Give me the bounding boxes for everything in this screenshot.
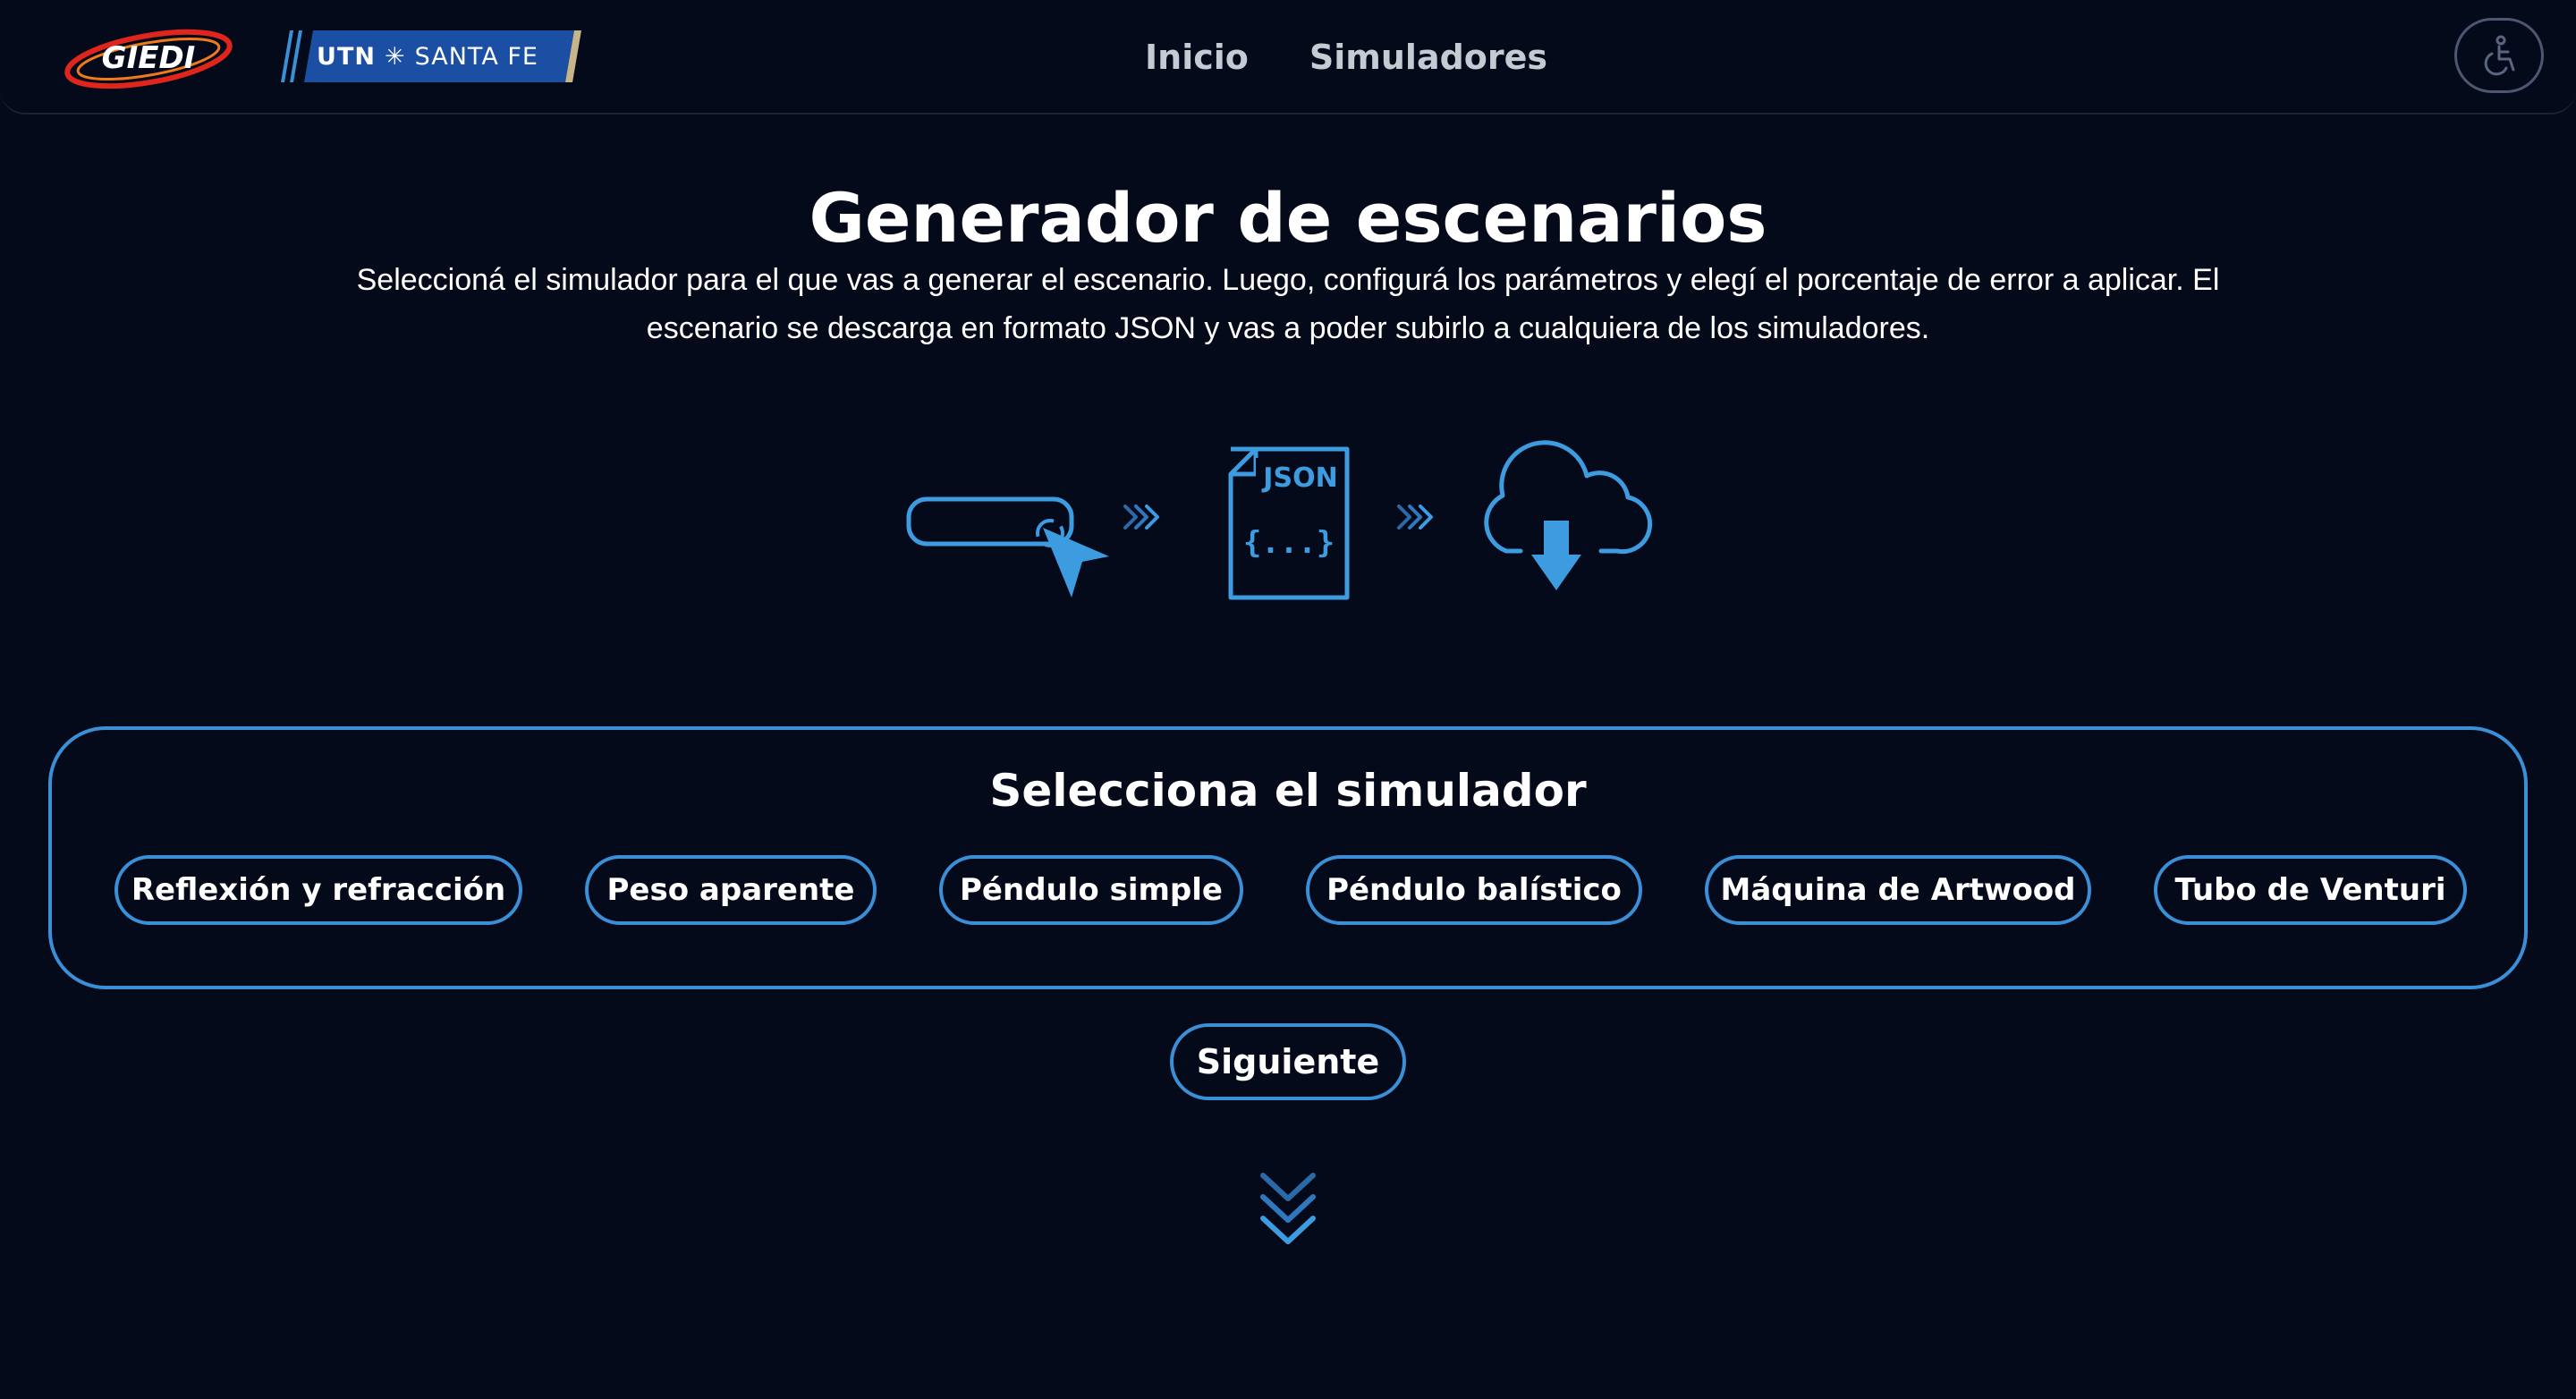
utn-logo-text: UTN ✳ SANTA FE (274, 30, 581, 82)
triple-chevron-right-icon (1397, 504, 1433, 530)
process-illustration: JSON {...} (906, 440, 1653, 600)
page-description: Seleccioná el simulador para el que vas … (268, 256, 2308, 352)
simulator-selector-panel: Selecciona el simulador Reflexión y refr… (48, 726, 2528, 989)
selector-title: Selecciona el simulador (989, 765, 1587, 817)
main-nav: Inicio Simuladores (1145, 30, 1547, 84)
giedi-logo-text: GIEDI (102, 40, 196, 76)
page-description-line-1: Seleccioná el simulador para el que vas … (356, 263, 2220, 297)
sim-option-pendulo-balistico[interactable]: Péndulo balístico (1306, 855, 1642, 925)
accessibility-button[interactable] (2454, 18, 2544, 93)
cloud-download-icon (1484, 440, 1653, 590)
utn-place: SANTA FE (414, 42, 538, 71)
sim-option-reflexion-refraccion[interactable]: Reflexión y refracción (114, 855, 522, 925)
page-title: Generador de escenarios (809, 178, 1767, 258)
sim-option-tubo-venturi[interactable]: Tubo de Venturi (2154, 855, 2467, 925)
utn-name: UTN (317, 42, 376, 71)
sim-option-maquina-artwood[interactable]: Máquina de Artwood (1705, 855, 2091, 925)
json-body: {...} (1243, 525, 1335, 561)
page: GIEDI UTN ✳ SANTA FE Inicio Simuladores (0, 0, 2576, 1399)
page-description-line-2: escenario se descarga en formato JSON y … (646, 311, 1930, 345)
json-label: JSON (1261, 462, 1337, 494)
navbar: GIEDI UTN ✳ SANTA FE Inicio Simuladores (0, 0, 2576, 114)
json-file-icon: JSON {...} (1228, 446, 1350, 600)
nav-link-simuladores[interactable]: Simuladores (1309, 30, 1547, 84)
chevrons-down-icon[interactable] (1256, 1168, 1320, 1249)
select-input-cursor-icon (906, 496, 1109, 598)
wheelchair-icon (2484, 35, 2515, 76)
triple-chevron-right-icon (1123, 504, 1159, 530)
giedi-logo[interactable]: GIEDI (63, 23, 234, 91)
nav-link-inicio[interactable]: Inicio (1145, 30, 1249, 84)
sim-option-pendulo-simple[interactable]: Péndulo simple (939, 855, 1243, 925)
utn-star-icon: ✳ (384, 42, 406, 71)
next-button[interactable]: Siguiente (1170, 1023, 1406, 1100)
sim-option-peso-aparente[interactable]: Peso aparente (585, 855, 877, 925)
